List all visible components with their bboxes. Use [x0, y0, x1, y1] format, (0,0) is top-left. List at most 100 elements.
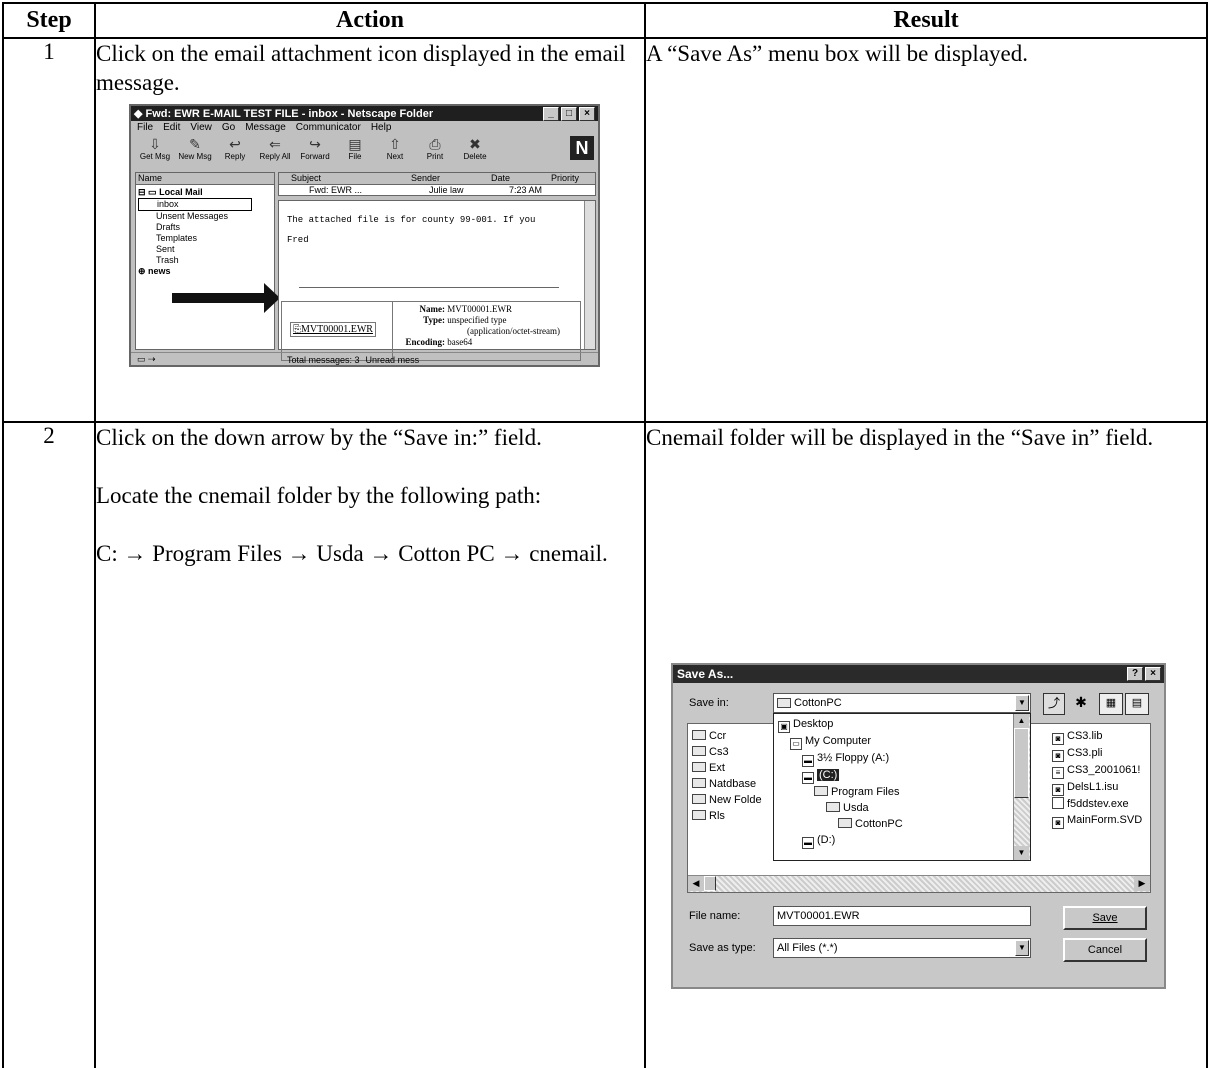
- folder-item[interactable]: Ext: [692, 760, 762, 776]
- scroll-down-icon[interactable]: ▼: [1014, 846, 1029, 860]
- menu-file[interactable]: File: [137, 122, 153, 133]
- file-item[interactable]: ◙ CS3.pli: [1052, 745, 1142, 762]
- folder-templates[interactable]: Templates: [138, 233, 272, 244]
- status-total: Total messages: 3: [287, 354, 360, 365]
- dropdown-item-my-computer[interactable]: ▭ My Computer: [778, 733, 1026, 750]
- reply-button[interactable]: ↩ Reply: [215, 136, 255, 166]
- column-date[interactable]: Date: [491, 173, 551, 184]
- folder-label: Drafts: [156, 222, 181, 232]
- dropdown-item-cottonpc[interactable]: CottonPC: [778, 816, 1026, 832]
- scroll-left-icon[interactable]: ◀: [688, 876, 704, 891]
- file-icon: ≡: [1052, 767, 1064, 779]
- dropdown-item-desktop[interactable]: ▣ Desktop: [778, 716, 1026, 733]
- folder-trash[interactable]: Trash: [138, 255, 272, 266]
- delete-button[interactable]: ✖ Delete: [455, 136, 495, 166]
- netscape-logo: N: [570, 136, 594, 160]
- file-name-input[interactable]: MVT00001.EWR: [773, 906, 1031, 926]
- up-folder-icon[interactable]: ⤴: [1043, 693, 1065, 715]
- folder-icon: [814, 786, 828, 796]
- dropdown-item-usda[interactable]: Usda: [778, 800, 1026, 816]
- file-name: DelsL1.isu: [1067, 781, 1119, 793]
- close-icon[interactable]: ×: [1145, 667, 1161, 681]
- dropdown-item-c-drive[interactable]: ▬ (C:): [778, 767, 1026, 784]
- save-type-select[interactable]: All Files (*.*): [773, 938, 1031, 958]
- print-button[interactable]: ⎙ Print: [415, 136, 455, 166]
- menu-edit[interactable]: Edit: [163, 122, 180, 133]
- folder-news[interactable]: ⊕ news: [138, 266, 272, 277]
- horizontal-scrollbar[interactable]: ◀ ▶: [688, 875, 1150, 892]
- save-type-dropdown-arrow[interactable]: ▼: [1015, 940, 1029, 956]
- folder-local-mail[interactable]: ⊟ ▭ Local Mail: [138, 187, 272, 198]
- file-item[interactable]: f5ddstev.exe: [1052, 796, 1142, 812]
- folder-sent[interactable]: Sent: [138, 244, 272, 255]
- scroll-thumb[interactable]: [1014, 728, 1029, 798]
- encoding-label: Encoding:: [405, 337, 445, 347]
- message-body: The attached file is for county 99-001. …: [278, 200, 596, 361]
- dropdown-item-program-files[interactable]: Program Files: [778, 784, 1026, 800]
- menu-message[interactable]: Message: [245, 122, 286, 133]
- next-button[interactable]: ⇧ Next: [375, 136, 415, 166]
- folder-item[interactable]: Cs3: [692, 744, 762, 760]
- dropdown-label: Usda: [843, 802, 869, 814]
- get-msg-label: Get Msg: [139, 152, 171, 161]
- list-view-icon[interactable]: ▦: [1099, 693, 1123, 715]
- folder-label: inbox: [157, 199, 179, 209]
- file-item[interactable]: ◙ CS3.lib: [1052, 728, 1142, 745]
- scroll-thumb[interactable]: [704, 876, 716, 891]
- file-item[interactable]: ≡ CS3_2001061!: [1052, 762, 1142, 779]
- close-icon[interactable]: ×: [579, 106, 595, 121]
- folder-drafts[interactable]: Drafts: [138, 222, 272, 233]
- menu-communicator[interactable]: Communicator: [296, 122, 361, 133]
- dropdown-item-floppy[interactable]: ▬ 3½ Floppy (A:): [778, 750, 1026, 767]
- file-item[interactable]: ◙ MainForm.SVD: [1052, 812, 1142, 829]
- file-button[interactable]: ▤ File: [335, 136, 375, 166]
- attachment-link[interactable]: ⎘MVT00001.EWR: [290, 322, 376, 337]
- menu-bar: File Edit View Go Message Communicator H…: [131, 121, 598, 134]
- maximize-icon[interactable]: □: [561, 106, 577, 121]
- column-priority[interactable]: Priority: [551, 173, 579, 184]
- save-button[interactable]: Save: [1063, 906, 1147, 930]
- reply-all-button[interactable]: ⇐ Reply All: [255, 136, 295, 166]
- folder-name: Natdbase: [709, 778, 757, 790]
- save-in-dropdown-arrow[interactable]: ▼: [1015, 695, 1029, 711]
- dialog-title: Save As...: [677, 667, 734, 681]
- cancel-button[interactable]: Cancel: [1063, 938, 1147, 962]
- title-bar: ◆ Fwd: EWR E-MAIL TEST FILE - inbox - Ne…: [131, 106, 598, 121]
- status-bar: ▭ ⇢ Total messages: 3 Unread mess: [131, 352, 598, 365]
- menu-help[interactable]: Help: [371, 122, 392, 133]
- folder-item[interactable]: Rls: [692, 808, 762, 824]
- details-view-icon[interactable]: ▤: [1125, 693, 1149, 715]
- vertical-scrollbar[interactable]: [584, 201, 595, 349]
- new-msg-button[interactable]: ✎ New Msg: [175, 136, 215, 166]
- save-in-select[interactable]: CottonPC: [773, 693, 1031, 713]
- folder-inbox[interactable]: inbox: [138, 198, 252, 211]
- message-row[interactable]: Fwd: EWR ... Julie law 7:23 AM: [279, 185, 595, 196]
- folder-unsent[interactable]: Unsent Messages: [138, 211, 272, 222]
- column-name[interactable]: Name: [138, 173, 162, 183]
- help-icon[interactable]: ?: [1127, 667, 1143, 681]
- step-number: 1: [2, 37, 96, 423]
- delete-icon: ✖: [469, 136, 481, 152]
- new-folder-icon[interactable]: ✱: [1071, 693, 1091, 713]
- scroll-up-icon[interactable]: ▲: [1014, 714, 1029, 728]
- message-date: 7:23 AM: [509, 185, 543, 195]
- dropdown-label: 3½ Floppy (A:): [817, 752, 890, 764]
- folder-item[interactable]: New Folde: [692, 792, 762, 808]
- folder-item[interactable]: Natdbase: [692, 776, 762, 792]
- menu-view[interactable]: View: [190, 122, 212, 133]
- menu-go[interactable]: Go: [222, 122, 235, 133]
- name-value: MVT00001.EWR: [447, 304, 512, 314]
- window-title: Fwd: EWR E-MAIL TEST FILE - inbox - Nets…: [145, 107, 434, 120]
- get-msg-button[interactable]: ⇩ Get Msg: [135, 136, 175, 166]
- file-item[interactable]: ◙ DelsL1.isu: [1052, 779, 1142, 796]
- scroll-right-icon[interactable]: ▶: [1134, 876, 1150, 891]
- file-icon: ▤: [348, 136, 362, 152]
- column-sender[interactable]: Sender: [411, 173, 491, 184]
- dropdown-scrollbar[interactable]: ▲ ▼: [1013, 714, 1030, 860]
- minimize-icon[interactable]: _: [543, 106, 559, 121]
- column-subject[interactable]: Subject: [279, 173, 411, 184]
- forward-button[interactable]: ↪ Forward: [295, 136, 335, 166]
- folder-item[interactable]: Ccr: [692, 728, 762, 744]
- dropdown-item-d-drive[interactable]: ▬ (D:): [778, 832, 1026, 849]
- folder-icon: [826, 802, 840, 812]
